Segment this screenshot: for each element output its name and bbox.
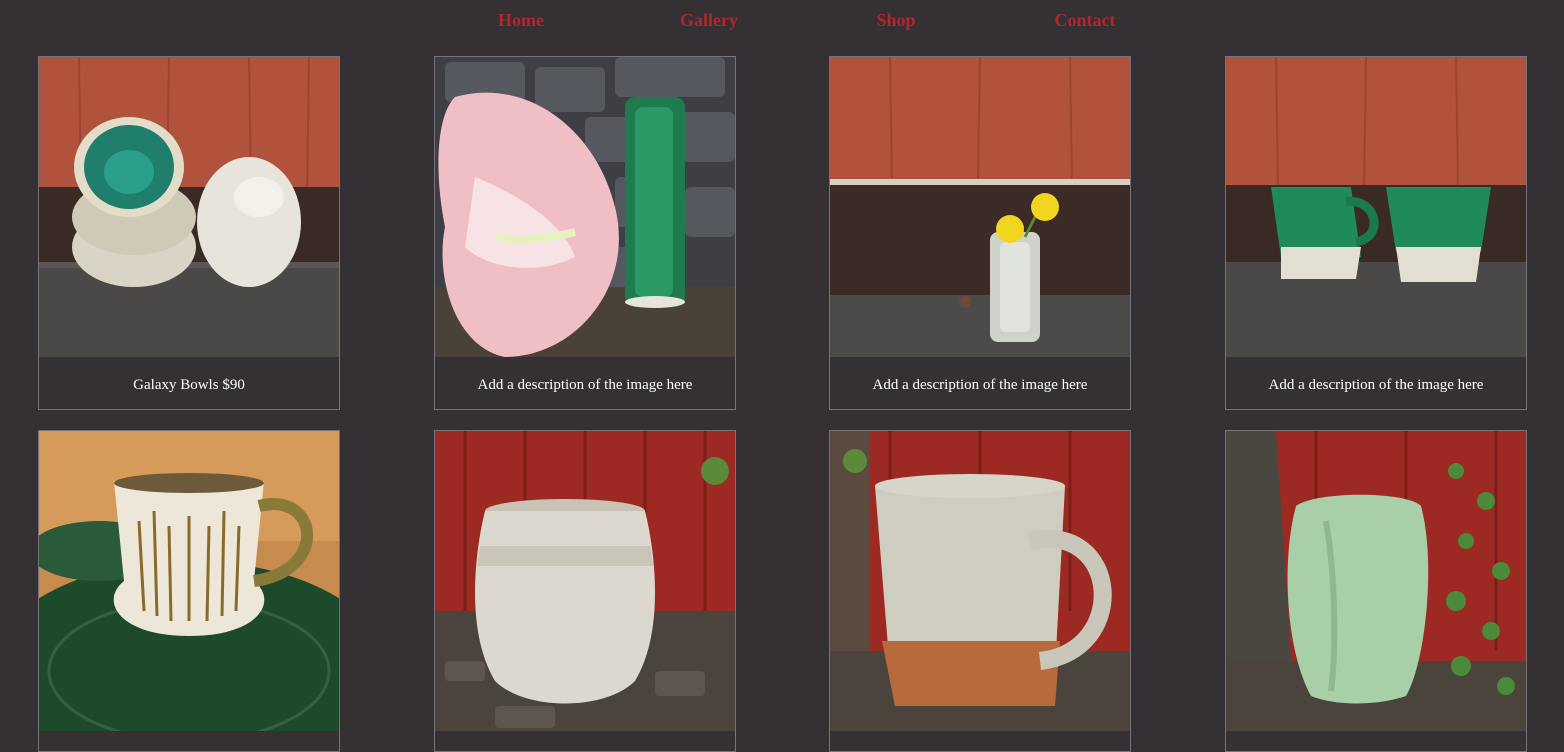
gallery-image-green-mugs[interactable]: [1226, 57, 1526, 357]
image-caption: Add a description of the image here: [477, 377, 693, 393]
gallery-card[interactable]: Galaxy Bowls $90: [38, 56, 340, 410]
gallery-card[interactable]: [829, 430, 1131, 752]
gallery-card[interactable]: Add a description of the image here: [434, 56, 736, 410]
gallery-image-small-vase[interactable]: [830, 57, 1130, 357]
gallery-card[interactable]: [1225, 430, 1527, 752]
image-caption: Galaxy Bowls $90: [133, 377, 245, 393]
gallery-card[interactable]: Add a description of the image here: [829, 56, 1131, 410]
image-caption: Add a description of the image here: [1268, 377, 1484, 393]
top-navigation: Home Gallery Shop Contact: [0, 0, 1564, 44]
gallery-image-flower-vase[interactable]: [435, 57, 735, 357]
gallery-image-white-jar[interactable]: [435, 431, 735, 731]
gallery-card[interactable]: [38, 430, 340, 752]
gallery-image-rust-mug[interactable]: [830, 431, 1130, 731]
nav-shop-link[interactable]: Shop: [876, 10, 915, 31]
gallery-image-bowls[interactable]: [39, 57, 339, 357]
gallery-image-green-tumbler[interactable]: [1226, 431, 1526, 731]
image-caption: Add a description of the image here: [872, 377, 1088, 393]
nav-contact-link[interactable]: Contact: [1055, 10, 1116, 31]
nav-home-link[interactable]: Home: [498, 10, 544, 31]
gallery-card[interactable]: [434, 430, 736, 752]
gallery-image-brushstroke-mug[interactable]: [39, 431, 339, 731]
nav-gallery-link[interactable]: Gallery: [680, 10, 738, 31]
gallery-card[interactable]: Add a description of the image here: [1225, 56, 1527, 410]
